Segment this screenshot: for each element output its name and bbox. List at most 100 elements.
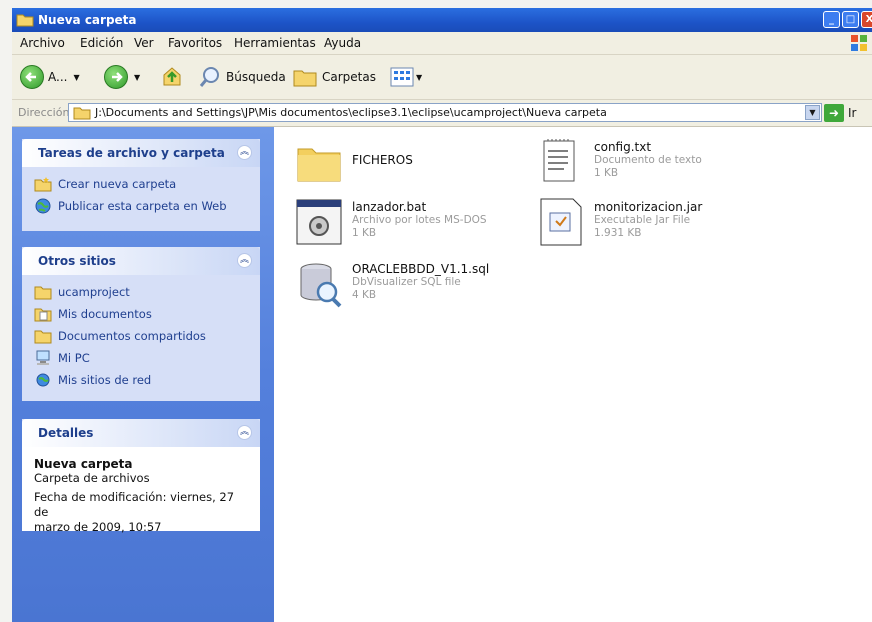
address-path: J:\Documents and Settings\JP\Mis documen…	[95, 106, 607, 119]
tasks-panel: Tareas de archivo y carpeta ︽ Crear nuev…	[22, 139, 260, 231]
window-controls: _ □ X	[821, 11, 872, 28]
place-label: Mis documentos	[58, 307, 152, 321]
collapse-icon[interactable]: ︽	[237, 253, 252, 268]
place-ucamproject[interactable]: ucamproject	[34, 281, 248, 303]
forward-dropdown-icon[interactable]: ▼	[134, 73, 140, 82]
file-item[interactable]: FICHEROS	[294, 137, 413, 187]
collapse-icon[interactable]: ︽	[237, 145, 252, 160]
details-modified-2: marzo de 2009, 10:57	[34, 520, 162, 534]
place-mis-documentos[interactable]: Mis documentos	[34, 303, 248, 325]
search-button[interactable]: Búsqueda	[198, 64, 286, 90]
place-label: Mi PC	[58, 351, 90, 365]
views-button[interactable]: ▼	[390, 64, 422, 90]
place-label: ucamproject	[58, 285, 130, 299]
place-label: Mis sitios de red	[58, 373, 152, 387]
collapse-icon[interactable]: ︽	[237, 425, 252, 440]
file-name: monitorizacion.jar	[594, 200, 703, 214]
globe-icon	[35, 198, 51, 214]
file-item[interactable]: monitorizacion.jar Executable Jar File 1…	[536, 197, 702, 247]
shared-folder-icon	[34, 330, 52, 344]
back-arrow-icon	[20, 65, 44, 89]
back-button[interactable]: A... ▼	[20, 64, 80, 90]
other-places-header[interactable]: Otros sitios ︽	[22, 247, 260, 275]
sql-file-icon	[300, 263, 342, 308]
place-sitios-de-red[interactable]: Mis sitios de red	[34, 369, 248, 391]
file-size: 1 KB	[352, 227, 377, 239]
file-type: DbVisualizer SQL file	[352, 276, 461, 288]
details-modified-1: Fecha de modificación: viernes, 27 de	[34, 490, 235, 519]
network-icon	[36, 373, 50, 387]
batch-file-icon	[296, 199, 342, 245]
views-dropdown-icon[interactable]: ▼	[416, 73, 422, 82]
other-places-panel: Otros sitios ︽ ucamproject Mis documento…	[22, 247, 260, 401]
tasks-panel-header[interactable]: Tareas de archivo y carpeta ︽	[22, 139, 260, 167]
file-name: ORACLEBBDD_V1.1.sql	[352, 262, 490, 276]
folders-label: Carpetas	[322, 70, 376, 84]
file-name: config.txt	[594, 140, 652, 154]
folder-icon	[16, 14, 34, 27]
chevron-down-icon[interactable]: ▼	[805, 105, 820, 120]
maximize-button[interactable]: □	[842, 11, 859, 28]
window-title: Nueva carpeta	[38, 13, 137, 27]
file-item[interactable]: config.txt Documento de texto 1 KB	[536, 137, 702, 187]
up-arrow-icon	[163, 67, 181, 86]
place-documentos-compartidos[interactable]: Documentos compartidos	[34, 325, 248, 347]
menu-bar: Archivo Edición Ver Favoritos Herramient…	[12, 32, 872, 55]
file-item[interactable]: lanzador.bat Archivo por lotes MS-DOS 1 …	[294, 197, 487, 247]
back-dropdown-icon[interactable]: ▼	[73, 73, 79, 82]
publish-web-link[interactable]: Publicar esta carpeta en Web	[34, 195, 248, 217]
search-label: Búsqueda	[226, 70, 286, 84]
up-folder-button[interactable]	[160, 64, 184, 90]
file-size: 4 KB	[352, 289, 377, 301]
text-file-icon	[543, 139, 575, 182]
back-label: A...	[48, 70, 68, 84]
views-icon	[390, 67, 414, 87]
address-input[interactable]: J:\Documents and Settings\JP\Mis documen…	[68, 103, 822, 122]
folders-icon	[293, 70, 317, 87]
forward-button[interactable]: ▼	[104, 64, 140, 90]
documents-folder-icon	[34, 308, 52, 322]
toolbar: A... ▼ ▼ Búsqueda Carpetas ▼	[12, 55, 872, 100]
explorer-window: Nueva carpeta _ □ X Archivo Edición Ver Fa…	[12, 8, 872, 622]
create-folder-link[interactable]: Crear nueva carpeta	[34, 173, 248, 195]
computer-icon	[36, 350, 50, 365]
place-mi-pc[interactable]: Mi PC	[34, 347, 248, 369]
address-label: Dirección	[18, 106, 70, 119]
address-bar: Dirección J:\Documents and Settings\JP\M…	[12, 100, 872, 127]
file-name: lanzador.bat	[352, 200, 427, 214]
file-list: FICHEROS config.txt Documento de texto 1…	[274, 127, 872, 622]
menu-favoritos[interactable]: Favoritos	[168, 36, 222, 50]
details-type: Carpeta de archivos	[34, 471, 150, 485]
details-header[interactable]: Detalles ︽	[22, 419, 260, 447]
jar-file-icon	[540, 198, 582, 246]
new-folder-icon	[34, 177, 52, 192]
task-label: Publicar esta carpeta en Web	[58, 199, 227, 213]
menu-edicion[interactable]: Edición	[80, 36, 123, 50]
place-label: Documentos compartidos	[58, 329, 206, 343]
forward-arrow-icon	[104, 65, 128, 89]
panel-title: Tareas de archivo y carpeta	[38, 146, 225, 160]
title-bar[interactable]: Nueva carpeta _ □ X	[12, 8, 872, 32]
folders-button[interactable]: Carpetas	[292, 64, 376, 90]
menu-ayuda[interactable]: Ayuda	[324, 36, 361, 50]
panel-title: Detalles	[38, 426, 94, 440]
file-item[interactable]: ORACLEBBDD_V1.1.sql DbVisualizer SQL fil…	[294, 259, 489, 309]
menu-herramientas[interactable]: Herramientas	[234, 36, 316, 50]
file-name: FICHEROS	[352, 153, 413, 167]
folder-icon	[34, 286, 52, 300]
file-size: 1 KB	[594, 167, 619, 179]
details-panel: Detalles ︽ Nueva carpeta Carpeta de arch…	[22, 419, 260, 534]
menu-ver[interactable]: Ver	[134, 36, 154, 50]
folder-icon	[297, 148, 341, 182]
go-button[interactable]: Ir	[848, 106, 856, 120]
panel-title: Otros sitios	[38, 254, 116, 268]
file-size: 1.931 KB	[594, 227, 642, 239]
folder-icon	[73, 107, 91, 120]
close-button[interactable]: X	[861, 11, 872, 28]
file-type: Executable Jar File	[594, 214, 691, 226]
menu-archivo[interactable]: Archivo	[20, 36, 65, 50]
windows-logo-icon	[851, 35, 867, 51]
file-type: Archivo por lotes MS-DOS	[352, 214, 487, 226]
go-arrow-icon[interactable]: ➜	[824, 104, 844, 122]
minimize-button[interactable]: _	[823, 11, 840, 28]
